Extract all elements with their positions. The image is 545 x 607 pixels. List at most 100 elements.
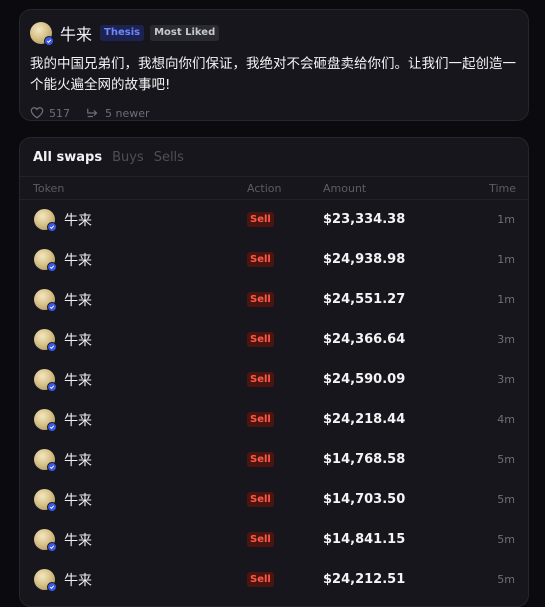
time-value: 1m (497, 293, 515, 306)
verified-badge-icon (47, 302, 57, 312)
time-value: 1m (497, 213, 515, 226)
table-row[interactable]: 牛来 Sell $14,841.15 5m (20, 520, 528, 560)
amount-value: $14,841.15 (323, 532, 406, 547)
token-name: 牛来 (64, 572, 92, 589)
token-avatar (34, 329, 57, 352)
amount-value: $24,938.98 (323, 252, 406, 267)
action-badge: Sell (247, 372, 274, 387)
action-badge: Sell (247, 412, 274, 427)
token-cell[interactable]: 牛来 (34, 409, 92, 432)
thesis-post-card: 牛来 Thesis Most Liked 我的中国兄弟们，我想向你们保证，我绝对… (19, 9, 529, 121)
token-avatar (34, 289, 57, 312)
table-row[interactable]: 牛来 Sell $24,212.51 5m (20, 560, 528, 600)
verified-badge-icon (47, 502, 57, 512)
time-value: 5m (497, 533, 515, 546)
verified-badge-icon (47, 582, 57, 592)
time-value: 3m (497, 333, 515, 346)
amount-value: $24,590.09 (323, 372, 406, 387)
table-row[interactable]: 牛来 Sell $14,703.50 5m (20, 480, 528, 520)
token-cell[interactable]: 牛来 (34, 249, 92, 272)
verified-badge-icon (44, 36, 54, 46)
table-row[interactable]: 牛来 Sell $14,768.58 5m (20, 440, 528, 480)
token-name: 牛来 (64, 372, 92, 389)
post-author[interactable]: 牛来 (60, 21, 92, 45)
table-row[interactable]: 牛来 Sell $23,334.38 1m (20, 200, 528, 240)
token-avatar (34, 409, 57, 432)
reply-arrow-icon (87, 108, 98, 118)
column-action: Action (247, 182, 282, 195)
action-badge: Sell (247, 292, 274, 307)
swaps-table-header: Token Action Amount Time (20, 176, 528, 200)
verified-badge-icon (47, 222, 57, 232)
time-value: 5m (497, 573, 515, 586)
table-row[interactable]: 牛来 Sell $24,590.09 3m (20, 360, 528, 400)
post-footer: 517 5 newer (30, 106, 518, 120)
swaps-tabs: All swaps Buys Sells (20, 138, 528, 176)
tab-all-swaps[interactable]: All swaps (33, 150, 102, 165)
amount-value: $23,334.38 (323, 212, 406, 227)
amount-value: $14,768.58 (323, 452, 406, 467)
time-value: 5m (497, 453, 515, 466)
token-name: 牛来 (64, 292, 92, 309)
token-avatar (34, 249, 57, 272)
newer-replies-button[interactable]: 5 newer (86, 106, 150, 120)
verified-badge-icon (47, 462, 57, 472)
token-name: 牛来 (64, 492, 92, 509)
action-badge: Sell (247, 212, 274, 227)
table-row[interactable]: 牛来 Sell $24,366.64 3m (20, 320, 528, 360)
action-badge: Sell (247, 492, 274, 507)
like-button[interactable]: 517 (30, 106, 70, 120)
token-cell[interactable]: 牛来 (34, 489, 92, 512)
newer-count: 5 newer (105, 106, 150, 120)
token-cell[interactable]: 牛来 (34, 329, 92, 352)
action-badge: Sell (247, 332, 274, 347)
column-token: Token (33, 182, 65, 195)
token-cell[interactable]: 牛来 (34, 569, 92, 592)
time-value: 3m (497, 373, 515, 386)
verified-badge-icon (47, 262, 57, 272)
amount-value: $24,551.27 (323, 292, 406, 307)
time-value: 5m (497, 493, 515, 506)
time-value: 4m (497, 413, 515, 426)
token-cell[interactable]: 牛来 (34, 289, 92, 312)
verified-badge-icon (47, 382, 57, 392)
token-name: 牛来 (64, 532, 92, 549)
tab-buys[interactable]: Buys (112, 150, 144, 165)
most-liked-badge: Most Liked (150, 25, 220, 41)
swaps-table-body: 牛来 Sell $23,334.38 1m 牛来 Sell $24,938.98 1m 牛来 Se… (20, 200, 528, 600)
token-avatar (34, 569, 57, 592)
table-row[interactable]: 牛来 Sell $24,218.44 4m (20, 400, 528, 440)
token-name: 牛来 (64, 412, 92, 429)
action-badge: Sell (247, 452, 274, 467)
verified-badge-icon (47, 342, 57, 352)
token-name: 牛来 (64, 452, 92, 469)
token-cell[interactable]: 牛来 (34, 449, 92, 472)
token-avatar (34, 209, 57, 232)
token-cell[interactable]: 牛来 (34, 529, 92, 552)
column-amount: Amount (323, 182, 367, 195)
token-cell[interactable]: 牛来 (34, 369, 92, 392)
action-badge: Sell (247, 572, 274, 587)
amount-value: $24,366.64 (323, 332, 406, 347)
swaps-panel: All swaps Buys Sells Token Action Amount… (19, 137, 529, 607)
token-avatar (34, 369, 57, 392)
heart-icon (30, 107, 44, 119)
time-value: 1m (497, 253, 515, 266)
token-name: 牛来 (64, 212, 92, 229)
verified-badge-icon (47, 422, 57, 432)
table-row[interactable]: 牛来 Sell $24,551.27 1m (20, 280, 528, 320)
action-badge: Sell (247, 532, 274, 547)
amount-value: $24,212.51 (323, 572, 406, 587)
tab-sells[interactable]: Sells (154, 150, 184, 165)
post-body: 我的中国兄弟们，我想向你们保证，我绝对不会砸盘卖给你们。让我们一起创造一个能火遍… (30, 56, 516, 93)
column-time: Time (489, 182, 516, 195)
token-avatar (34, 489, 57, 512)
token-cell[interactable]: 牛来 (34, 209, 92, 232)
table-row[interactable]: 牛来 Sell $24,938.98 1m (20, 240, 528, 280)
like-count: 517 (49, 106, 70, 120)
action-badge: Sell (247, 252, 274, 267)
amount-value: $14,703.50 (323, 492, 406, 507)
verified-badge-icon (47, 542, 57, 552)
author-avatar[interactable] (30, 22, 54, 46)
post-header: 牛来 Thesis Most Liked (30, 20, 518, 46)
